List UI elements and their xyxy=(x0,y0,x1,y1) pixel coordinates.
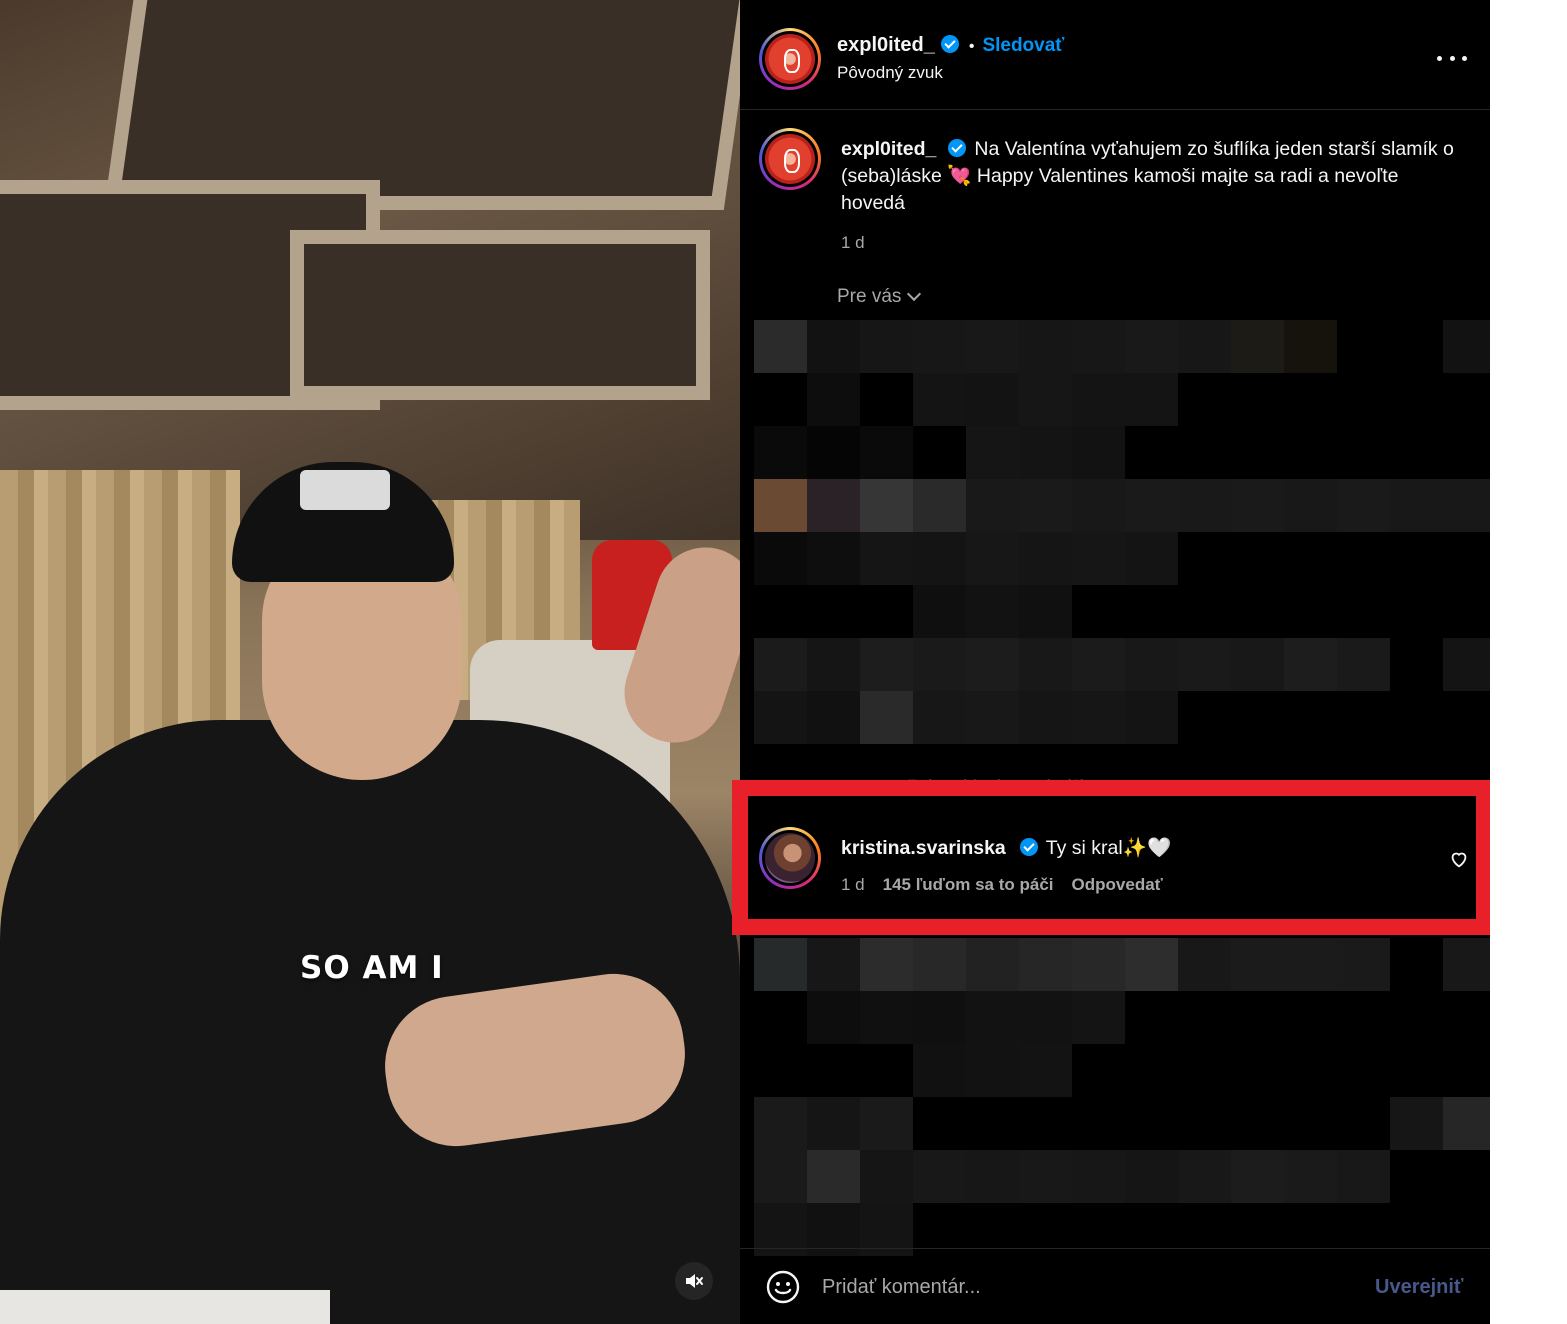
verified-badge-icon xyxy=(1019,838,1038,856)
reel-video[interactable]: SO AM I xyxy=(0,0,740,1324)
comment-text: Ty si kral✨🤍 xyxy=(1045,837,1172,859)
highlighted-comment: kristina.svarinska Ty si kral✨🤍 xyxy=(841,836,1171,860)
profile-photo-icon xyxy=(765,833,815,883)
separator-dot: • xyxy=(968,38,975,55)
comment-likes[interactable]: 145 ľuďom sa to páči xyxy=(883,875,1054,894)
comment-sort-dropdown[interactable]: Pre vás xyxy=(837,286,922,308)
tomato-avatar-icon xyxy=(765,34,815,84)
verified-badge-icon xyxy=(948,139,967,157)
emoji-icon[interactable] xyxy=(765,1269,801,1305)
comment-composer: Uverejniť xyxy=(740,1248,1490,1324)
follow-button[interactable]: Sledovať xyxy=(982,35,1064,56)
skylight-panel xyxy=(290,230,710,400)
post-header: expl0ited_ • Sledovať Pôvodný zvuk xyxy=(740,0,1490,110)
sort-label: Pre vás xyxy=(837,286,902,307)
post-sidebar: expl0ited_ • Sledovať Pôvodný zvuk expl0it… xyxy=(732,0,1496,1324)
comment-input[interactable] xyxy=(822,1269,1342,1305)
author-username[interactable]: expl0ited_ xyxy=(837,34,935,56)
page-margin xyxy=(1490,0,1567,1324)
header-user-row: expl0ited_ • Sledovať xyxy=(837,34,1064,57)
speaker-muted-icon xyxy=(686,1274,703,1288)
comment-meta: 1 d 145 ľuďom sa to páči Odpovedať xyxy=(841,875,1181,895)
heart-icon[interactable] xyxy=(1448,848,1470,870)
comment-time: 1 d xyxy=(841,875,865,894)
post-caption: expl0ited_ Na Valentína vyťahujem zo šufl… xyxy=(841,136,1461,256)
commenter-username[interactable]: kristina.svarinska xyxy=(841,837,1006,859)
chevron-down-icon xyxy=(907,286,922,302)
commenter-avatar[interactable] xyxy=(759,827,821,889)
original-audio-link[interactable]: Pôvodný zvuk xyxy=(837,63,943,83)
caption-time: 1 d xyxy=(841,233,865,252)
paper-sheet xyxy=(0,1290,330,1324)
video-caption: SO AM I xyxy=(300,950,444,986)
verified-badge-icon xyxy=(940,35,959,53)
tomato-avatar-icon xyxy=(765,134,815,184)
author-avatar[interactable] xyxy=(759,28,821,90)
mute-button[interactable] xyxy=(675,1262,713,1300)
blurred-comments xyxy=(754,938,1496,1097)
blurred-comments xyxy=(754,1097,1496,1256)
caption-username[interactable]: expl0ited_ xyxy=(841,138,936,160)
caption-avatar[interactable] xyxy=(759,128,821,190)
reply-button[interactable]: Odpovedať xyxy=(1072,875,1163,894)
skylight-panel xyxy=(103,0,740,210)
cap-logo xyxy=(300,470,390,510)
post-button[interactable]: Uverejniť xyxy=(1375,1276,1464,1299)
blurred-comments xyxy=(754,320,1496,744)
more-options-icon[interactable] xyxy=(1437,46,1467,70)
